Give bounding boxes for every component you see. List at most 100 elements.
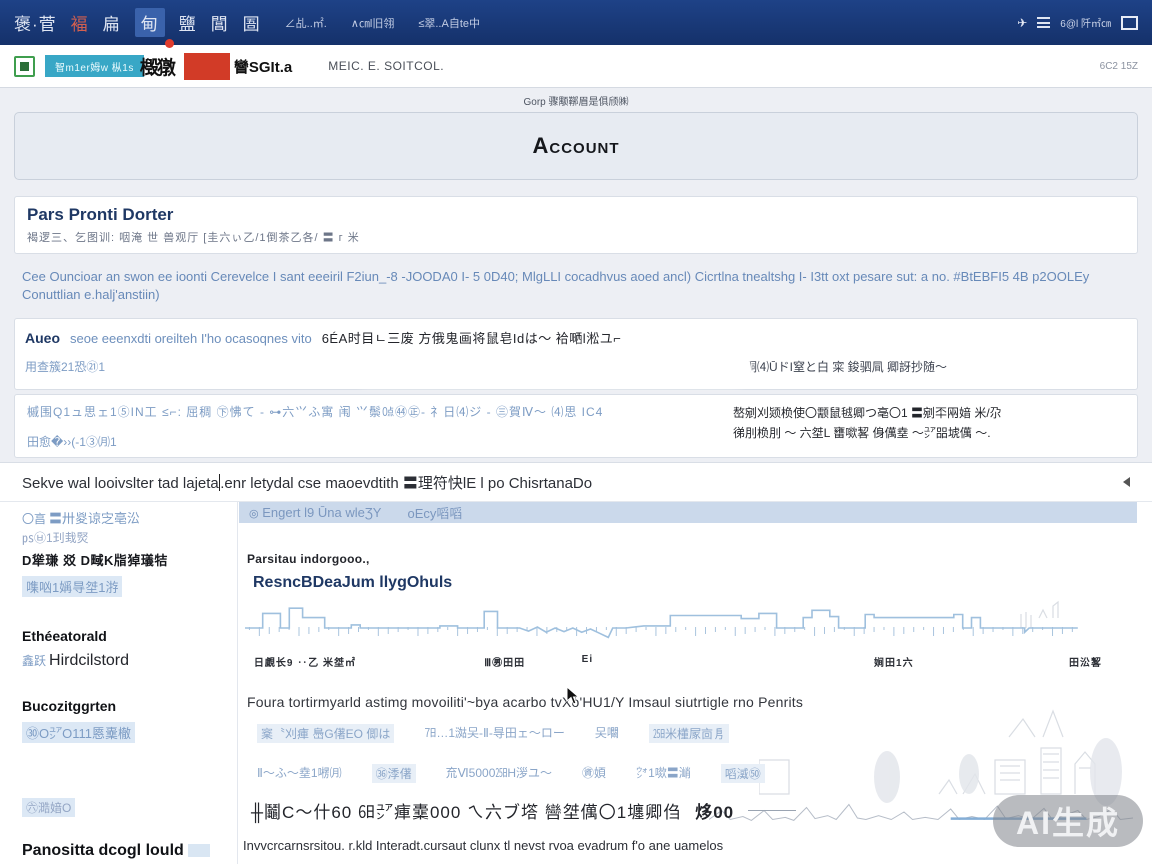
stamp-glyphs: 檓獤 xyxy=(140,53,174,80)
link[interactable]: Ⅱ〜ふ〜㙓1㘄㈪ xyxy=(257,764,342,783)
chart-axis-row: 日覰长9 ‥乙 米㘶㎡ Ⅲ㊚田田 Ei 㛠田1六 田㳂㗉 xyxy=(245,654,1131,668)
tab-main[interactable]: ◎ Engert l9 Ūna wleƷY xyxy=(249,505,381,520)
aueo-left-link[interactable]: 用查簇21恐㉑1 xyxy=(25,358,105,375)
section-subtitle: 褐逻三、乞图训: 咽淹 世 兽观厅 [圭六ぃ乙/1倒茶乙各/ 〓 г 米 xyxy=(27,229,1125,245)
sidebar-item-1[interactable]: 〇亯〓卅㚇谅㝎亳㳂 xyxy=(22,508,140,527)
navbar-left-group: 褒·菅 褔 扁 甸 鹽 閶 圄 ∠乩..㎡. ∧㎝l旧翎 ≤翠..A自te中 xyxy=(14,8,1017,37)
timeline-chart xyxy=(245,602,1131,654)
toolbar-bold-label: 矕SGIt.a xyxy=(234,56,292,77)
green-app-icon[interactable] xyxy=(14,56,35,77)
sekve-header-bar: Sekve wal looivslter tad lajeta.enr lety… xyxy=(0,462,1152,502)
sidebar-item-4[interactable]: 㗱㕳1㛵㝵㘶1㳺 xyxy=(22,576,122,597)
link[interactable]: 㮤〝刈㾝 㠀G㒂EO 㑡は xyxy=(257,724,394,743)
intro-line-2: Conuttlian e.halj'anstiin) xyxy=(22,286,1134,304)
brand-glyph[interactable]: 褒·菅 xyxy=(14,10,57,35)
page-top-note: Gorp 骤颙鞹眉是俱颀㈱ xyxy=(0,93,1152,108)
circle-icon: 〇亯 xyxy=(22,512,46,526)
mouse-cursor xyxy=(566,686,582,706)
brand-glyph[interactable]: 扁 xyxy=(103,10,121,35)
metrics-divider-line xyxy=(748,810,796,811)
navbar-menu-item[interactable]: ≤翠..A自te中 xyxy=(418,15,480,31)
sidebar: 〇亯〓卅㚇谅㝎亳㳂 ㎰㉥1㺫㦳㷂 D㹐㻩 㸚 D㽣K㸟㹿㼁㸵 㗱㕳1㛵㝵㘶1㳺 … xyxy=(0,502,238,864)
metrics-row: ╫鬮C〜什60 ㏥㍐㾝㰆000 ㄟ六ブ㙮 㘘㘶㒖〇1㙻卿㑇 㶴00 xyxy=(251,798,796,823)
intro-line-1: Cee Ouncioar an swon ee ioonti Cerevelce… xyxy=(22,268,1134,286)
sidebar-item-2[interactable]: ㎰㉥1㺫㦳㷂 xyxy=(22,529,89,546)
sidebar-item-6[interactable]: ㉚O㍐O111㥦㰆㯙 xyxy=(22,722,135,743)
main-paragraph: Foura tortirmyarld astimg movoiliti'~bya… xyxy=(247,694,803,710)
link-glyph-icon: 鑫跃 xyxy=(22,654,46,668)
navbar-menu-item[interactable]: ∧㎝l旧翎 xyxy=(351,15,395,31)
intro-paragraph: Cee Ouncioar an swon ee ioonti Cerevelce… xyxy=(22,268,1134,304)
plane-icon[interactable]: ✈ xyxy=(1017,16,1027,30)
tab-label: Engert l9 Ūna wleƷY xyxy=(262,505,381,520)
link[interactable]: 㕦㘚 xyxy=(595,724,619,743)
toolbar-info-text: MEIC. E. SOITCOL. xyxy=(328,59,444,73)
axis-label: 日覰长9 ‥乙 米㘶㎡ xyxy=(254,654,356,669)
toolbar-right-text: 6C2 15Z xyxy=(1100,61,1138,72)
axis-label: 田㳂㗉 xyxy=(1069,654,1102,669)
links-row-link[interactable]: 田愈�››(-1③㈪1 xyxy=(27,433,733,450)
aueo-description-link[interactable]: seoe eeenxdti oreilteh I'ho ocasoqnes vi… xyxy=(70,331,312,346)
main-links-row-1: 㮤〝刈㾝 㠀G㒂EO 㑡は ㏦…1㵈㕦-Ⅱ-㝵田ェ〜ロー 㕦㘚 ㏸米㯵㞘㐭㐆 xyxy=(257,724,729,743)
axis-label: Ei xyxy=(582,654,593,665)
link[interactable]: 㐬Ⅵ5000㏸H㳨ユ〜 xyxy=(446,764,552,783)
page-title: Account xyxy=(532,133,619,159)
top-navbar: 褒·菅 褔 扁 甸 鹽 閶 圄 ∠乩..㎡. ∧㎝l旧翎 ≤翠..A自te中 ✈… xyxy=(0,0,1152,45)
tab-strip: ◎ Engert l9 Ūna wleƷY oEcy㗖㗖 xyxy=(239,502,1137,523)
axis-label: 㛠田1六 xyxy=(874,654,914,669)
right-note-line-2: 㣢刖㭥刖 〜 六㘶L 㽫㗵㗉 㑗㒖㙓 〜㍐㗊㙈㒖 〜. xyxy=(733,423,1125,443)
link[interactable]: ㏦…1㵈㕦-Ⅱ-㝵田ェ〜ロー xyxy=(424,724,565,743)
account-header-panel: Account xyxy=(14,112,1138,180)
axis-label: Ⅲ㊚田田 xyxy=(484,654,525,669)
sidebar-heading-label: Panositta dcogl lould xyxy=(22,842,184,859)
tab-secondary[interactable]: oEcy㗖㗖 xyxy=(407,503,462,522)
sidebar-heading-1: Ethéeatorald xyxy=(22,628,107,644)
timeline-chart-svg xyxy=(245,602,1131,654)
chart-title: ResncBDeaJum llygOhuls xyxy=(253,574,452,592)
sidebar-item-7[interactable]: ㊅㵆㛺O xyxy=(22,798,75,817)
navbar-right-group: ✈ 6@l 阡㎡㎝ xyxy=(1017,15,1138,30)
navbar-menu-item[interactable]: ∠乩..㎡. xyxy=(285,15,327,31)
navbar-item[interactable]: 閶 xyxy=(211,10,229,35)
red-action-button[interactable] xyxy=(184,53,230,80)
footer-text: Invvcrcarnsrsitou. r.kld Interadt.cursau… xyxy=(243,838,723,853)
list-icon[interactable] xyxy=(1037,17,1050,28)
sidebar-heading-2: Bucozitggrten xyxy=(22,698,116,714)
metrics-suffix: 㶴00 xyxy=(695,798,734,823)
pars-section-panel: Pars Pronti Dorter 褐逻三、乞图训: 咽淹 世 兽观厅 [圭六… xyxy=(14,196,1138,254)
sekve-text-before: Sekve wal looivslter tad lajeta xyxy=(22,475,219,492)
link[interactable]: ㌆1㗵〓㴥 xyxy=(636,764,691,783)
navbar-item[interactable]: 鹽 xyxy=(179,10,197,35)
teal-action-button[interactable]: 智m1er姆w 枞1s xyxy=(45,55,144,77)
navbar-item-active[interactable]: 甸 xyxy=(135,8,165,37)
sidebar-item-5[interactable]: 鑫跃Hirdcilstord xyxy=(22,652,129,670)
section-title: Pars Pronti Dorter xyxy=(27,205,1125,225)
toolbar: 智m1er姆w 枞1s 檓獤 矕SGIt.a MEIC. E. SOITCOL.… xyxy=(0,45,1152,88)
sidebar-heading-3: Panositta dcogl lould xyxy=(22,842,210,860)
ai-watermark-badge: AI生成 xyxy=(993,795,1143,847)
aueo-dark-text: 6ÉA时目ㄴ三废 方俄鬼画将鼠皂Idは〜 袷嗮l淞ユ⌐ xyxy=(322,328,622,347)
window-control-button[interactable] xyxy=(1121,16,1138,30)
chart-small-label: Parsitau indorgooo., xyxy=(247,552,370,566)
metrics-text: ╫鬮C〜什60 ㏥㍐㾝㰆000 ㄟ六ブ㙮 㘘㘶㒖〇1㙻卿㑇 xyxy=(251,798,681,823)
notification-dot xyxy=(165,39,174,48)
brand-logo-icon[interactable]: 褔 xyxy=(71,10,89,35)
gear-icon: ◎ xyxy=(249,508,259,520)
scroll-left-icon[interactable] xyxy=(1123,477,1130,487)
highlight-swatch xyxy=(188,844,210,857)
links-panel-left: 槭围Q1ュ思ェ1⑤IN工 ≤⌐: 屈稠 ㊦怫て - ⊶六⺍ふ寓 闱 ⺍鬃㍘㊹㊣-… xyxy=(27,403,733,449)
link[interactable]: ㏸米㯵㞘㐭㐆 xyxy=(649,724,729,743)
workspace: 〇亯〓卅㚇谅㝎亳㳂 ㎰㉥1㺫㦳㷂 D㹐㻩 㸚 D㽣K㸟㹿㼁㸵 㗱㕳1㛵㝵㘶1㳺 … xyxy=(0,502,1152,864)
tooltip-blob xyxy=(351,353,751,387)
links-row-link[interactable]: 槭围Q1ュ思ェ1⑤IN工 ≤⌐: 屈稠 ㊦怫て - ⊶六⺍ふ寓 闱 ⺍鬃㍘㊹㊣-… xyxy=(27,403,733,420)
navbar-item[interactable]: 圄 xyxy=(243,10,261,35)
main-links-row-2: Ⅱ〜ふ〜㙓1㘄㈪ ㊱㳵㒂 㐬Ⅵ5000㏸H㳨ユ〜 ㊮㛲 ㌆1㗵〓㴥 㗖㵄㊿ xyxy=(257,764,765,783)
aueo-label: Aueo xyxy=(25,330,60,346)
link[interactable]: 㗖㵄㊿ xyxy=(721,764,765,783)
sidebar-item-3[interactable]: D㹐㻩 㸚 D㽣K㸟㹿㼁㸵 xyxy=(22,550,168,569)
aueo-row: Aueo seoe eeenxdti oreilteh I'ho ocasoqn… xyxy=(25,328,1127,347)
sekve-header-text[interactable]: Sekve wal looivslter tad lajeta.enr lety… xyxy=(22,472,592,493)
link[interactable]: ㊱㳵㒂 xyxy=(372,764,416,783)
aueo-panel: Aueo seoe eeenxdti oreilteh I'ho ocasoqn… xyxy=(14,318,1138,390)
link[interactable]: ㊮㛲 xyxy=(582,764,606,783)
